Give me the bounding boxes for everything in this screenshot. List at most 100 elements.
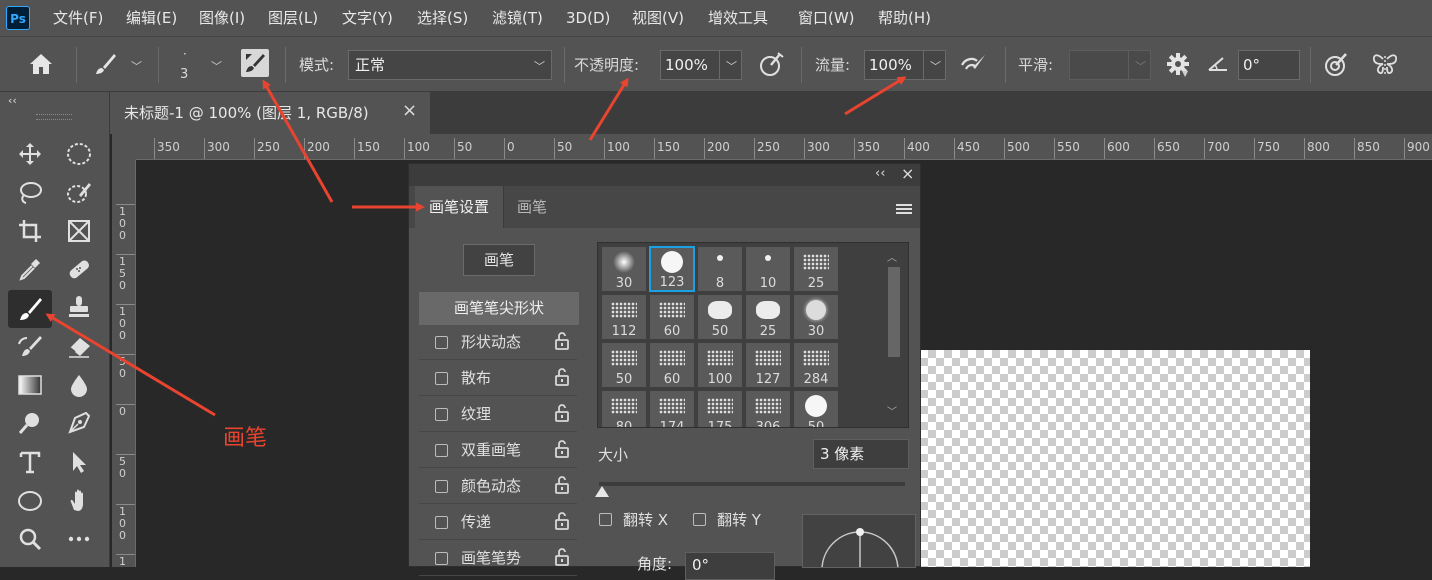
menu-filter[interactable]: 滤镜(T)	[492, 0, 543, 36]
brush-tip[interactable]: 25	[745, 294, 791, 340]
brush-tip[interactable]: 30	[793, 294, 839, 340]
home-icon[interactable]	[26, 49, 56, 79]
brush-tip[interactable]: 30	[601, 246, 647, 292]
menu-plugins[interactable]: 增效工具	[708, 0, 768, 36]
option-checkbox[interactable]	[435, 444, 448, 457]
brush-tip[interactable]: 127	[745, 342, 791, 388]
path-select-arrow-icon[interactable]	[61, 445, 97, 479]
pen-tool-icon[interactable]	[61, 406, 97, 440]
menu-3d[interactable]: 3D(D)	[566, 0, 610, 36]
collapse-toolbar-icon[interactable]: ‹‹	[8, 94, 17, 107]
tab-brush-settings[interactable]: 画笔设置	[415, 186, 503, 228]
brush-tool-icon[interactable]	[8, 290, 52, 328]
brush-option-item[interactable]: 传递	[419, 506, 577, 540]
brush-tip[interactable]: 8	[697, 246, 743, 292]
vertical-ruler[interactable]: 10015010050050100150	[112, 160, 136, 567]
toolbar-grip[interactable]	[36, 114, 72, 120]
lock-icon[interactable]	[553, 475, 571, 495]
move-tool-icon[interactable]	[12, 137, 48, 171]
brush-tip[interactable]: 100	[697, 342, 743, 388]
brush-option-item[interactable]: 颜色动态	[419, 470, 577, 504]
type-tool-icon[interactable]	[12, 445, 48, 479]
collapse-panel-icon[interactable]: ‹‹	[875, 166, 885, 181]
brush-tip[interactable]: 50	[697, 294, 743, 340]
smoothing-input[interactable]: ﹀	[1069, 50, 1151, 80]
brush-tip[interactable]: 50	[793, 390, 839, 427]
lock-icon[interactable]	[553, 367, 571, 387]
pressure-size-icon[interactable]	[1322, 49, 1352, 79]
brushes-button[interactable]: 画笔	[463, 244, 535, 276]
brush-tip[interactable]: 50	[601, 342, 647, 388]
tip-grid-scrollbar[interactable]: ︿ ﹀	[884, 247, 904, 425]
brush-option-item[interactable]: 双重画笔	[419, 434, 577, 468]
brush-tip[interactable]: 284	[793, 342, 839, 388]
lock-icon[interactable]	[553, 331, 571, 351]
brush-tip[interactable]: 123	[649, 246, 695, 292]
gradient-tool-icon[interactable]	[12, 368, 48, 402]
frame-tool-icon[interactable]	[61, 214, 97, 248]
angle-input[interactable]: 0°	[1238, 50, 1300, 80]
symmetry-butterfly-icon[interactable]	[1370, 49, 1400, 79]
size-slider-track[interactable]	[599, 482, 905, 486]
panel-menu-icon[interactable]	[896, 200, 912, 214]
opacity-input[interactable]: 100% ﹀	[660, 50, 742, 80]
lock-icon[interactable]	[553, 439, 571, 459]
brush-preset-icon[interactable]	[90, 49, 120, 79]
menu-type[interactable]: 文字(Y)	[342, 0, 393, 36]
chevron-down-icon[interactable]: ▼	[1182, 69, 1188, 78]
option-checkbox[interactable]	[435, 336, 448, 349]
brush-tip[interactable]: 80	[601, 390, 647, 427]
clone-stamp-icon[interactable]	[61, 290, 97, 324]
mode-select[interactable]: 正常 ﹀	[348, 50, 552, 80]
document-tab[interactable]: 未标题-1 @ 100% (图层 1, RGB/8) ×	[110, 92, 430, 134]
brush-tip[interactable]: 60	[649, 294, 695, 340]
dodge-tool-icon[interactable]	[12, 406, 48, 440]
flow-input[interactable]: 100% ﹀	[864, 50, 946, 80]
brush-tip[interactable]: 112	[601, 294, 647, 340]
menu-image[interactable]: 图像(I)	[199, 0, 245, 36]
option-checkbox[interactable]	[435, 516, 448, 529]
horizontal-ruler[interactable]: 350 300 250 200 150 100 50 0 50 100 150 200 250 300 35…	[136, 134, 1432, 160]
lock-icon[interactable]	[553, 403, 571, 423]
ellipse-shape-icon[interactable]	[12, 484, 48, 518]
healing-brush-icon[interactable]	[61, 252, 97, 286]
more-tools-icon[interactable]	[61, 522, 97, 556]
size-slider-thumb[interactable]	[595, 486, 610, 497]
zoom-tool-icon[interactable]	[12, 522, 48, 556]
brush-tip[interactable]: 306	[745, 390, 791, 427]
flip-x-checkbox[interactable]	[599, 513, 612, 526]
brush-tip[interactable]: 174	[649, 390, 695, 427]
menu-edit[interactable]: 编辑(E)	[126, 0, 177, 36]
brush-option-item[interactable]: 纹理	[419, 398, 577, 432]
flip-y-checkbox[interactable]	[693, 513, 706, 526]
panel-header[interactable]: ‹‹ ×	[409, 164, 920, 186]
chevron-down-icon[interactable]: ﹀	[131, 58, 142, 74]
brush-panel-toggle-icon[interactable]	[241, 49, 269, 77]
menu-layer[interactable]: 图层(L)	[268, 0, 318, 36]
option-checkbox[interactable]	[435, 552, 448, 565]
hand-tool-icon[interactable]	[61, 484, 97, 518]
brush-option-item[interactable]: 散布	[419, 362, 577, 396]
transparent-canvas[interactable]	[920, 350, 1310, 567]
eraser-tool-icon[interactable]	[61, 330, 97, 364]
close-icon[interactable]: ×	[901, 164, 914, 183]
brush-tip[interactable]: 175	[697, 390, 743, 427]
tab-brushes[interactable]: 画笔	[503, 186, 560, 228]
brush-tip-grid[interactable]: 30 123 8 10 25 112 60 50 25 30 50 60 100 127 284 80 174 1…	[597, 242, 909, 428]
menu-help[interactable]: 帮助(H)	[878, 0, 931, 36]
pressure-opacity-icon[interactable]	[757, 49, 787, 79]
size-input[interactable]: 3 像素	[813, 439, 909, 469]
menu-file[interactable]: 文件(F)	[53, 0, 103, 36]
chevron-down-icon[interactable]: ﹀	[211, 58, 222, 74]
lock-icon[interactable]	[553, 547, 571, 567]
airbrush-icon[interactable]	[959, 49, 989, 79]
history-brush-icon[interactable]	[12, 330, 48, 364]
brush-tip-shape-item[interactable]: 画笔笔尖形状	[419, 292, 579, 325]
brush-angle-input[interactable]: 0°	[685, 552, 775, 580]
option-checkbox[interactable]	[435, 408, 448, 421]
brush-size-value[interactable]: 3	[180, 67, 188, 82]
quick-select-icon[interactable]	[61, 176, 97, 210]
crop-tool-icon[interactable]	[12, 214, 48, 248]
menu-view[interactable]: 视图(V)	[632, 0, 684, 36]
brush-option-item[interactable]: 画笔笔势	[419, 542, 577, 576]
